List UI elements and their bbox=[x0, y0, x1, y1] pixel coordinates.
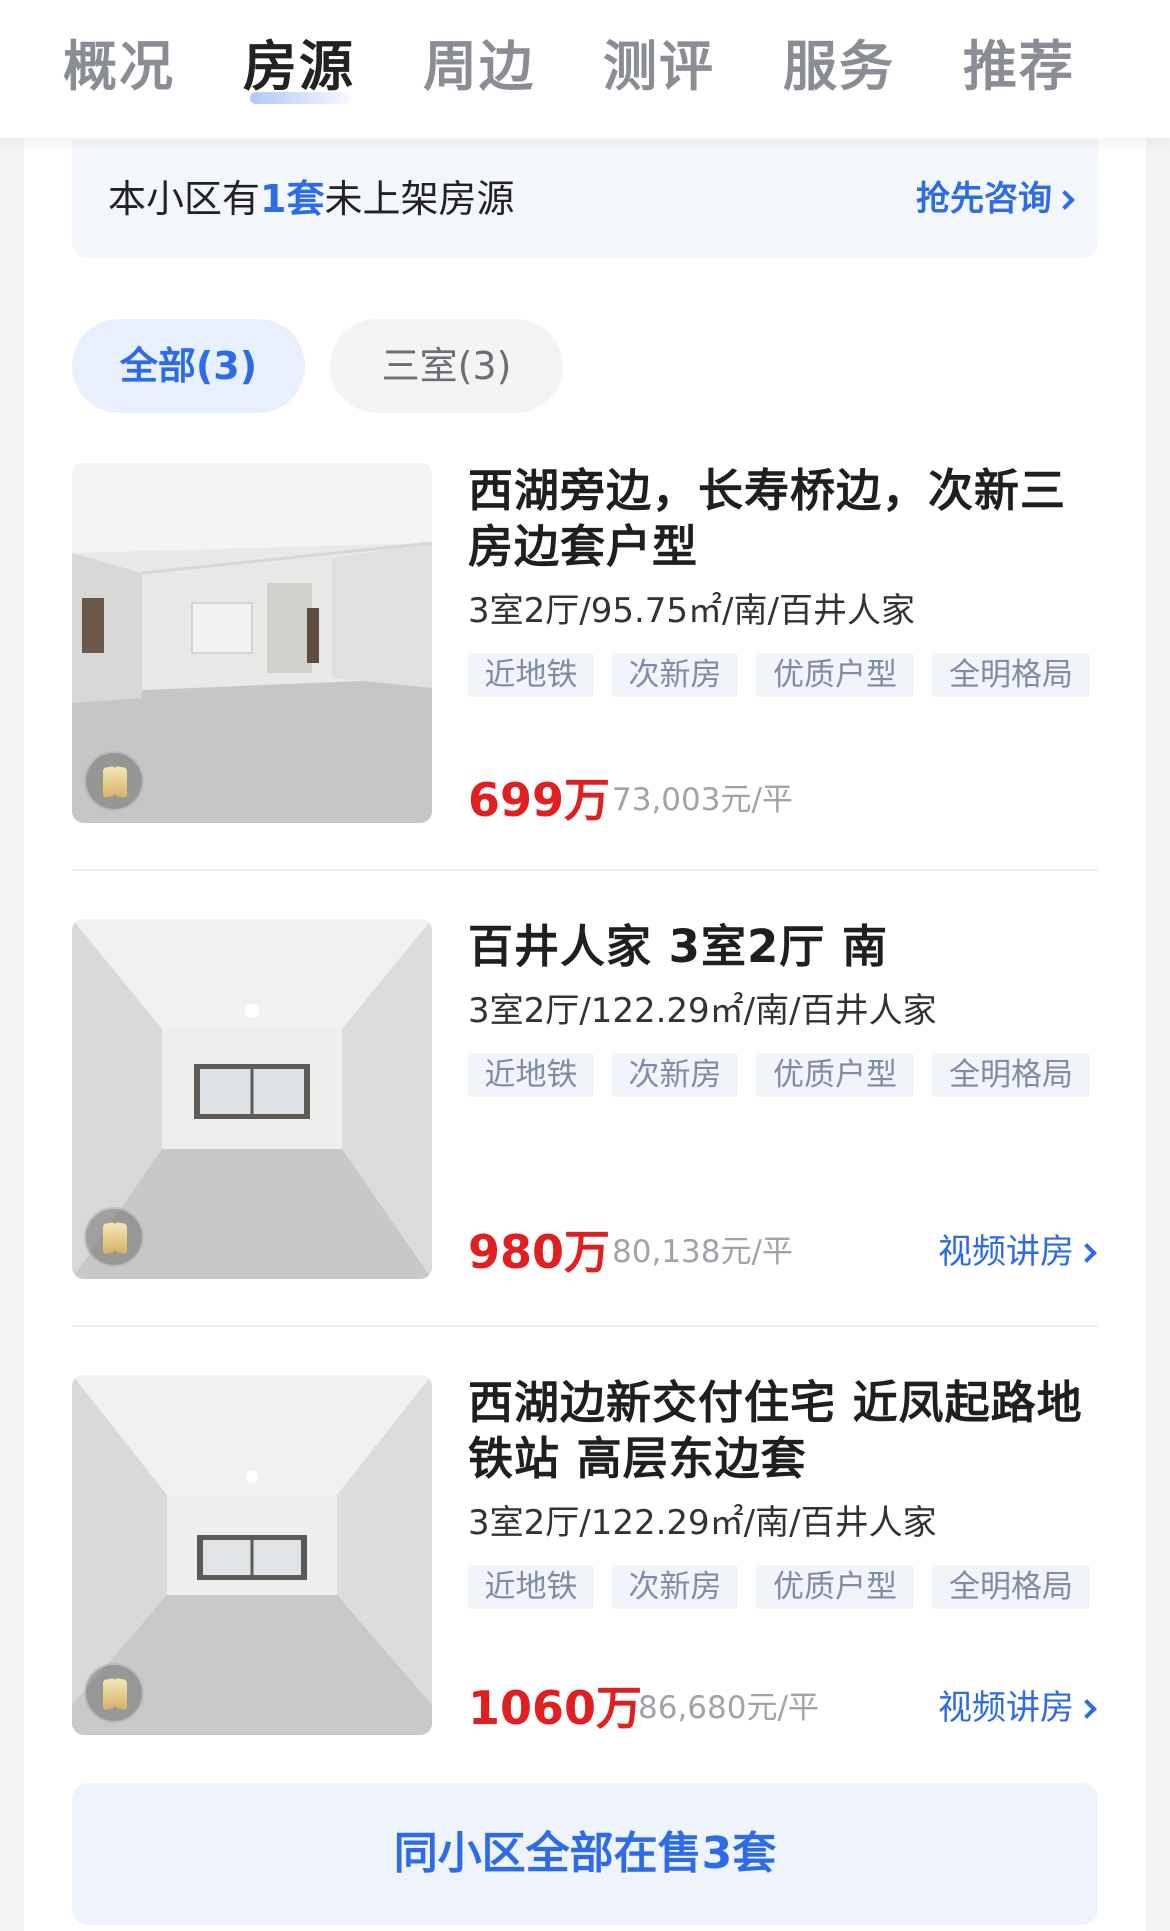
unit-price: 86,680元/平 bbox=[638, 1690, 819, 1726]
vr-icon bbox=[84, 1663, 144, 1723]
filter-all[interactable]: 全部(3) bbox=[72, 319, 305, 413]
chevron-right-icon bbox=[1077, 1243, 1097, 1263]
listing-specs: 3室2厅/122.29㎡/南/百井人家 bbox=[468, 991, 937, 1031]
listing-specs: 3室2厅/122.29㎡/南/百井人家 bbox=[468, 1503, 937, 1543]
chevron-right-icon bbox=[1077, 1699, 1097, 1719]
tag: 优质户型 bbox=[756, 1565, 914, 1609]
listing-title: 西湖旁边，长寿桥边，次新三房边套户型 bbox=[468, 464, 1067, 573]
tab-surroundings[interactable]: 周边 bbox=[404, 30, 554, 104]
filter-three-rooms[interactable]: 三室(3) bbox=[330, 319, 563, 413]
tag: 全明格局 bbox=[932, 653, 1090, 697]
tab-recommend[interactable]: 推荐 bbox=[944, 30, 1094, 104]
tag: 优质户型 bbox=[756, 653, 914, 697]
chevron-right-icon bbox=[1055, 190, 1075, 210]
active-tab-indicator bbox=[250, 92, 350, 104]
listing-title: 百井人家 3室2厅 南 bbox=[468, 920, 888, 973]
tab-review[interactable]: 测评 bbox=[584, 30, 734, 104]
listing-specs: 3室2厅/95.75㎡/南/百井人家 bbox=[468, 591, 915, 631]
unit-price: 73,003元/平 bbox=[612, 782, 793, 818]
video-tour-link[interactable]: 视频讲房 bbox=[938, 1686, 1097, 1730]
tag-list: 近地铁 次新房 优质户型 全明格局 bbox=[468, 1053, 1098, 1097]
listing-card[interactable]: 百井人家 3室2厅 南 3室2厅/122.29㎡/南/百井人家 近地铁 次新房 … bbox=[72, 919, 1098, 1279]
listings-card: 本小区有1套未上架房源 抢先咨询 全部(3) 三室(3) 西湖旁边，长寿桥边，次… bbox=[24, 138, 1146, 1931]
tab-overview[interactable]: 概况 bbox=[44, 30, 194, 104]
listing-price: 980万 bbox=[468, 1225, 611, 1279]
tag-list: 近地铁 次新房 优质户型 全明格局 bbox=[468, 653, 1098, 697]
tag: 全明格局 bbox=[932, 1053, 1090, 1097]
notice-text: 本小区有1套未上架房源 bbox=[108, 177, 515, 221]
divider bbox=[72, 869, 1098, 871]
tag: 次新房 bbox=[612, 653, 738, 697]
top-tab-bar: 概况 房源 周边 测评 服务 推荐 bbox=[0, 0, 1170, 138]
tag: 近地铁 bbox=[468, 1053, 594, 1097]
notice-count: 1套 bbox=[260, 177, 325, 221]
tab-services[interactable]: 服务 bbox=[764, 30, 914, 104]
vr-icon bbox=[84, 751, 144, 811]
listing-card[interactable]: 西湖边新交付住宅 近凤起路地铁站 高层东边套 3室2厅/122.29㎡/南/百井… bbox=[72, 1375, 1098, 1735]
tag-list: 近地铁 次新房 优质户型 全明格局 bbox=[468, 1565, 1098, 1609]
listing-price: 1060万 bbox=[468, 1681, 643, 1735]
tag: 近地铁 bbox=[468, 1565, 594, 1609]
divider bbox=[72, 1325, 1098, 1327]
consult-link[interactable]: 抢先咨询 bbox=[916, 177, 1075, 221]
listing-price: 699万 bbox=[468, 773, 611, 827]
tag: 次新房 bbox=[612, 1565, 738, 1609]
tag: 全明格局 bbox=[932, 1565, 1090, 1609]
tag: 近地铁 bbox=[468, 653, 594, 697]
unlisted-notice: 本小区有1套未上架房源 抢先咨询 bbox=[72, 140, 1098, 258]
listing-title: 西湖边新交付住宅 近凤起路地铁站 高层东边套 bbox=[468, 1376, 1083, 1485]
unit-price: 80,138元/平 bbox=[612, 1234, 793, 1270]
tag: 次新房 bbox=[612, 1053, 738, 1097]
video-tour-link[interactable]: 视频讲房 bbox=[938, 1230, 1097, 1274]
listing-photo bbox=[72, 463, 432, 823]
view-all-listings-button[interactable]: 同小区全部在售3套 bbox=[72, 1783, 1098, 1925]
tag: 优质户型 bbox=[756, 1053, 914, 1097]
listing-card[interactable]: 西湖旁边，长寿桥边，次新三房边套户型 3室2厅/95.75㎡/南/百井人家 近地… bbox=[72, 463, 1098, 827]
listing-photo bbox=[72, 1375, 432, 1735]
vr-icon bbox=[84, 1207, 144, 1267]
listing-photo bbox=[72, 919, 432, 1279]
